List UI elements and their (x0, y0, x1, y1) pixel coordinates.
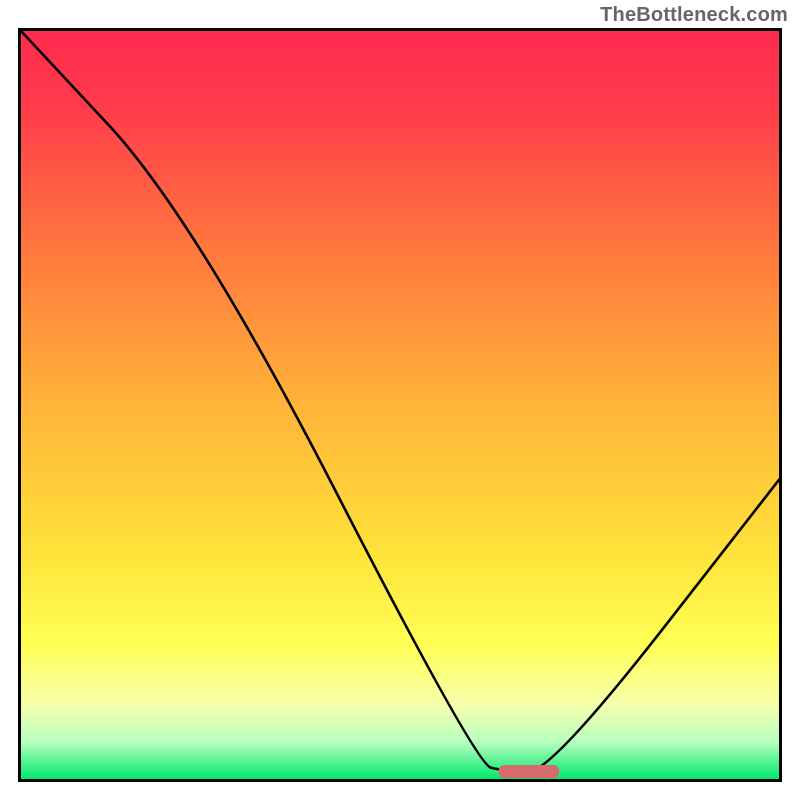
watermark-text: TheBottleneck.com (600, 4, 788, 27)
minimum-marker (499, 765, 560, 778)
chart-svg (21, 31, 779, 779)
chart-plot-area (18, 28, 782, 782)
background-gradient-rect (21, 31, 779, 779)
